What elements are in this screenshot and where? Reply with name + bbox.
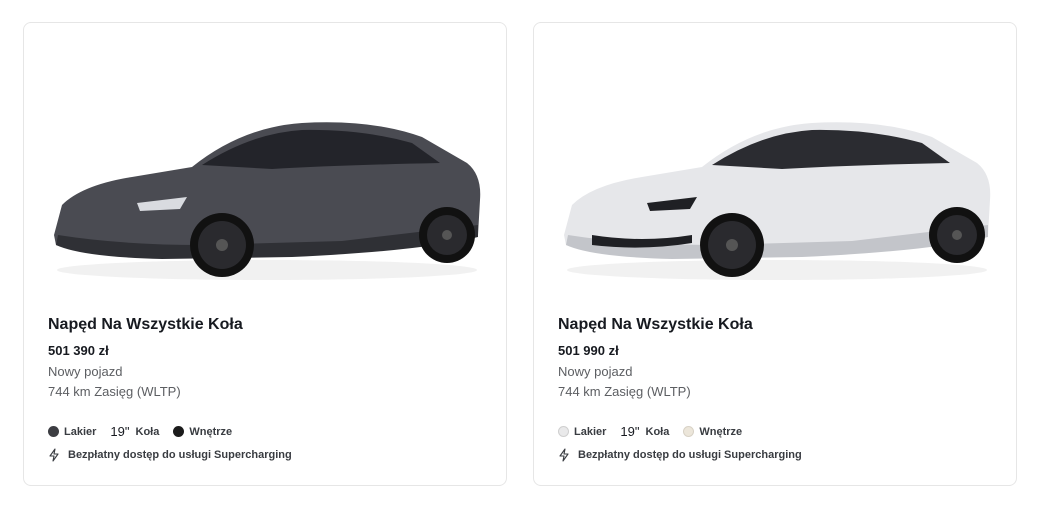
spec-row: Lakier 19" Koła Wnętrze <box>48 424 486 439</box>
perk-text: Bezpłatny dostęp do usługi Supercharging <box>578 449 802 461</box>
lightning-bolt-icon <box>49 448 59 462</box>
wheels-value: 19" <box>110 424 130 439</box>
interior-label: Wnętrze <box>189 425 233 438</box>
range: 744 km Zasięg (WLTP) <box>48 384 181 399</box>
lightning-bolt-icon <box>559 448 569 462</box>
model-title: Napęd Na Wszystkie Koła <box>48 316 243 333</box>
condition: Nowy pojazd <box>558 364 633 379</box>
condition: Nowy pojazd <box>48 364 123 379</box>
car-image <box>564 122 991 280</box>
vehicle-card[interactable]: Napęd Na Wszystkie Koła 501 390 zł Nowy … <box>23 22 507 486</box>
model-title: Napęd Na Wszystkie Koła <box>558 316 753 333</box>
wheels-label: Koła <box>135 425 160 438</box>
price: 501 390 zł <box>48 343 109 358</box>
paint-spec: Lakier <box>558 426 606 438</box>
wheels-spec: 19" Koła <box>110 424 159 439</box>
perk-text: Bezpłatny dostęp do usługi Supercharging <box>68 449 292 461</box>
spec-row: Lakier 19" Koła Wnętrze <box>558 424 996 439</box>
interior-spec: Wnętrze <box>683 426 742 438</box>
interior-swatch-icon <box>683 426 695 437</box>
range: 744 km Zasięg (WLTP) <box>558 384 691 399</box>
supercharging-perk: Bezpłatny dostęp do usługi Supercharging <box>558 448 996 462</box>
paint-label: Lakier <box>64 425 97 438</box>
wheels-spec: 19" Koła <box>620 424 669 439</box>
supercharging-perk: Bezpłatny dostęp do usługi Supercharging <box>48 448 486 462</box>
car-image <box>54 122 481 280</box>
vehicle-card[interactable]: Napęd Na Wszystkie Koła 501 990 zł Nowy … <box>533 22 1017 486</box>
interior-label: Wnętrze <box>699 425 743 438</box>
interior-spec: Wnętrze <box>173 426 232 438</box>
paint-label: Lakier <box>574 425 607 438</box>
inventory-grid: Napęd Na Wszystkie Koła 501 390 zł Nowy … <box>0 0 1041 509</box>
paint-swatch-icon <box>48 426 59 437</box>
price: 501 990 zł <box>558 343 619 358</box>
paint-spec: Lakier <box>48 426 96 438</box>
paint-swatch-icon <box>558 426 569 437</box>
wheels-label: Koła <box>645 425 670 438</box>
wheels-value: 19" <box>620 424 640 439</box>
interior-swatch-icon <box>173 426 185 437</box>
